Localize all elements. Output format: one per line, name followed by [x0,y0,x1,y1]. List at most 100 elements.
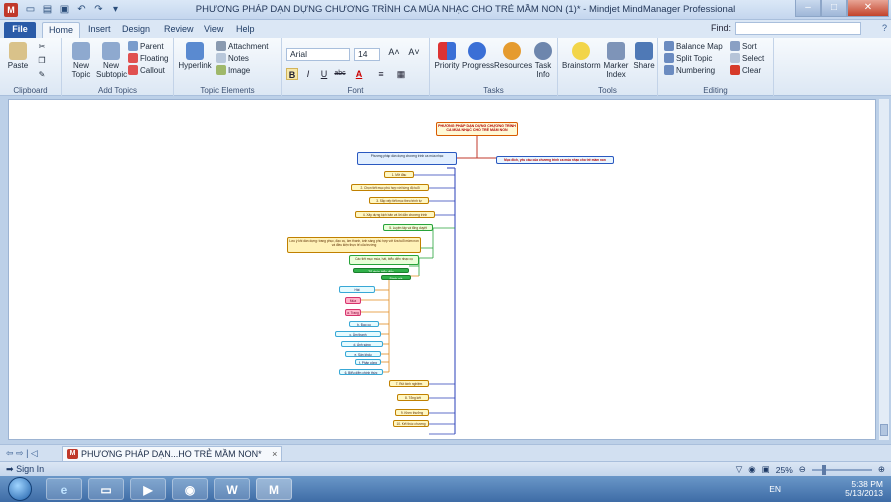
topic-2[interactable]: 2. Chọn tiết mục phù hợp với từng độ tuổ… [351,184,429,191]
shrink-font-icon[interactable]: A˅ [404,48,424,57]
find-input[interactable] [735,22,861,35]
start-button[interactable] [8,477,32,501]
marker-index-button[interactable]: Marker Index [602,42,630,79]
selected-topic[interactable]: Phương pháp dàn dựng chương trình ca múa… [357,152,457,165]
font-family-select[interactable]: Arial [286,48,350,61]
format-painter-icon[interactable]: ✎ [36,70,48,82]
clock[interactable]: 5:38 PM 5/13/2013 [845,480,883,498]
topic-10[interactable]: Hát [339,286,375,293]
zoom-in-icon[interactable]: ⊕ [878,464,885,475]
progress-button[interactable]: Progress [462,42,494,70]
topic-12[interactable]: a. Trang phục [345,309,361,316]
new-topic-button[interactable]: New Topic [68,42,94,79]
tab-design[interactable]: Design [116,22,156,38]
firefox-icon[interactable]: ◉ [172,478,208,500]
save-icon[interactable]: ▣ [58,3,71,16]
copy-icon[interactable]: ❐ [36,56,48,68]
topic-14[interactable]: c. Âm thanh [335,331,381,337]
close-button[interactable]: ✕ [847,0,889,17]
fit-icon[interactable]: ▣ [762,464,770,475]
italic-button[interactable]: I [302,68,314,80]
filter-icon[interactable]: ▽ [736,464,743,475]
balance-map-button[interactable]: Balance Map [664,41,723,51]
topic-4[interactable]: 4. Xây dựng kịch bản và lời dẫn chương t… [355,211,435,218]
tab-file[interactable]: File [4,22,36,38]
tab-insert[interactable]: Insert [82,22,117,38]
clear-button[interactable]: Clear [730,65,761,75]
resources-button[interactable]: Resources [494,42,532,70]
brainstorm-button[interactable]: Brainstorm [562,42,601,70]
topic-20[interactable]: 8. Tổng kết [397,394,429,401]
tab-review[interactable]: Review [158,22,200,38]
document-tab[interactable]: M PHƯƠNG PHÁP DẠN...HO TRẺ MẦM NON* × [62,446,283,461]
topic-6[interactable]: Lưu ý khi dàn dựng: trang phục, đạo cụ, … [287,237,421,253]
cut-icon[interactable]: ✂ [36,42,48,54]
tab-home[interactable]: Home [42,22,81,38]
topic-17[interactable]: f. Phân công người dẫn [355,359,381,365]
central-topic[interactable]: PHƯƠNG PHÁP DẠN DỰNG CHƯƠNG TRÌNH CA MÚA… [436,122,518,136]
mindmanager-taskbar-icon[interactable]: M [256,478,292,500]
vertical-scrollbar[interactable] [879,99,889,440]
customize-qat-icon[interactable]: ▾ [109,3,122,16]
language-indicator[interactable]: EN [769,484,781,494]
topic-13[interactable]: b. Đạo cụ [349,321,379,327]
tab-help[interactable]: Help [230,22,261,38]
font-color-icon[interactable]: A [352,68,366,80]
topic-7[interactable]: Các tiết mục múa, hát, biểu diễn nhạc cụ [349,255,419,265]
help-icon[interactable]: ? [882,23,887,33]
right-topic[interactable]: Mục đích, yêu cầu của chương trình ca mú… [496,156,614,164]
paste-button[interactable]: Paste [6,42,30,70]
ie-icon[interactable]: e [46,478,82,500]
app-logo-icon[interactable]: M [4,3,18,17]
align-icon[interactable]: ≡ [374,68,388,80]
parent-button[interactable]: Parent [128,41,164,51]
topic-11[interactable]: Múa [345,297,361,304]
share-button[interactable]: Share [632,42,656,70]
numbering-button[interactable]: Numbering [664,65,715,75]
open-folder-icon[interactable]: ▤ [41,3,54,16]
zoom-slider[interactable] [811,464,872,475]
topic-21[interactable]: 9. Khen thưởng [395,409,429,416]
grow-font-icon[interactable]: A˄ [384,48,404,57]
strikethrough-button[interactable]: abc [332,68,348,80]
sign-in-link[interactable]: ➡ Sign In [6,464,44,475]
hyperlink-button[interactable]: Hyperlink [178,42,212,70]
redo-icon[interactable]: ↷ [92,3,105,16]
maximize-button[interactable]: □ [821,0,847,17]
select-button[interactable]: Select [730,53,764,63]
map-canvas[interactable]: PHƯƠNG PHÁP DẠN DỰNG CHƯƠNG TRÌNH CA MÚA… [8,99,876,440]
topic-1[interactable]: 1. Mở đầu chương trình [384,171,414,178]
topic-22[interactable]: 10. Kết thúc chương trình [393,420,429,427]
topic-15[interactable]: d. Ánh sáng [341,341,383,347]
topic-16[interactable]: e. Sân khấu [345,351,381,357]
topic-9[interactable]: Đánh giá [381,275,411,280]
close-tab-icon[interactable]: × [272,449,277,459]
split-topic-button[interactable]: Split Topic [664,53,712,63]
scroll-thumb[interactable] [880,424,888,436]
minimize-button[interactable]: – [795,0,821,17]
media-player-icon[interactable]: ▶ [130,478,166,500]
callout-button[interactable]: Callout [128,65,165,75]
topic-19[interactable]: 7. Rút kinh nghiệm [389,380,429,387]
task-info-button[interactable]: Task Info [532,42,554,79]
new-doc-icon[interactable]: ▭ [24,3,37,16]
floating-button[interactable]: Floating [128,53,168,63]
attachment-button[interactable]: Attachment [216,41,268,51]
topic-8[interactable]: Tổ chức biểu diễn [353,268,409,273]
image-button[interactable]: Image [216,65,250,75]
priority-button[interactable]: Priority [434,42,460,70]
font-size-select[interactable]: 14 [354,48,380,61]
tab-nav-arrows-icon[interactable]: ⇦ ⇨ | ◁ [6,448,38,459]
view-icon[interactable]: ◉ [748,464,755,475]
zoom-out-icon[interactable]: ⊖ [799,464,806,475]
topic-5[interactable]: 5. Luyện tập và tổng duyệt [383,224,433,231]
tab-view[interactable]: View [198,22,229,38]
topic-3[interactable]: 3. Sắp xếp tiết mục theo trình tự [369,197,429,204]
word-icon[interactable]: W [214,478,250,500]
bold-button[interactable]: B [286,68,298,80]
topic-18[interactable]: 6. Biểu diễn chính thức [339,369,383,375]
sort-button[interactable]: Sort [730,41,757,51]
explorer-icon[interactable]: ▭ [88,478,124,500]
format-icon[interactable]: ▦ [394,68,408,80]
undo-icon[interactable]: ↶ [75,3,88,16]
